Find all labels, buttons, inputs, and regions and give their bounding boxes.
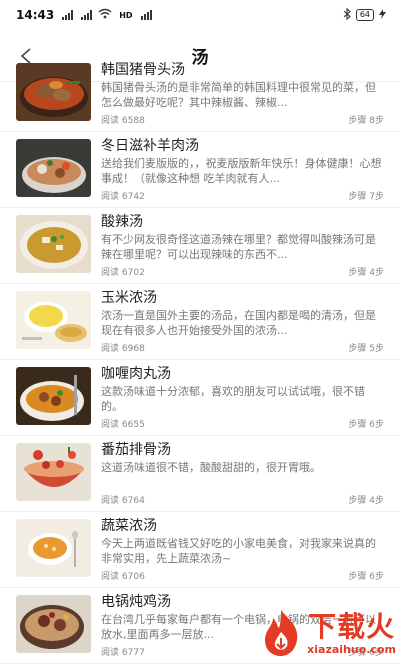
steps-count: 6步	[369, 420, 384, 430]
signal-icon	[62, 10, 74, 20]
steps-count: 5步	[369, 344, 384, 354]
recipe-thumbnail	[16, 367, 91, 425]
status-bar: 14:43 HD 64	[0, 0, 400, 30]
steps-count: 4步	[369, 268, 384, 278]
recipe-description: 这道汤味道很不错，酸酸甜甜的，很开胃哦。	[101, 460, 321, 474]
battery-icon: 64	[355, 9, 374, 21]
recipe-item[interactable]: 玉米浓汤 浓汤一直是国外主要的汤品，在国内都是喝的清汤，但是现在有很多人也开始接…	[0, 284, 400, 360]
recipe-title: 番茄排骨汤	[101, 442, 171, 458]
network-label: HD	[119, 10, 133, 20]
steps-count: 7步	[369, 192, 384, 202]
read-label: 阅读	[101, 116, 120, 126]
recipe-item[interactable]: 咖喱肉丸汤 这款汤味道十分浓郁，喜欢的朋友可以试试哦，很不错的。 阅读 6655…	[0, 360, 400, 436]
watermark-brand: 下载火	[308, 609, 396, 643]
steps-label: 步骤	[348, 420, 367, 430]
read-label: 阅读	[101, 192, 120, 202]
steps-label: 步骤	[348, 572, 367, 582]
recipe-thumbnail	[16, 595, 91, 653]
read-count: 6777	[121, 648, 145, 658]
recipe-thumbnail	[16, 519, 91, 577]
signal-icon	[140, 10, 152, 20]
recipe-item[interactable]: 蔬菜浓汤 今天上两道既省钱又好吃的小家电美食，对我家来说真的非常实用，先上蔬菜浓…	[0, 512, 400, 588]
steps-label: 步骤	[348, 496, 367, 506]
recipe-description: 有不少网友很奇怪这道汤辣在哪里？都觉得叫酸辣汤可是辣在哪里呢？可以出现辣味的东西…	[101, 232, 376, 261]
read-label: 阅读	[101, 648, 120, 658]
recipe-item[interactable]: 番茄排骨汤 这道汤味道很不错，酸酸甜甜的，很开胃哦。 阅读 6764 步骤 4步	[0, 436, 400, 512]
recipe-item[interactable]: 冬日滋补羊肉汤 送给我们麦版版的，，祝麦版版新年快乐！身体健康！心想事成！（就像…	[0, 132, 400, 208]
recipe-description: 这款汤味道十分浓郁，喜欢的朋友可以试试哦，很不错的。	[101, 384, 365, 413]
recipe-title: 韩国猪骨头汤	[101, 62, 185, 78]
recipe-title: 冬日滋补羊肉汤	[101, 138, 199, 154]
signal-icon	[81, 10, 93, 20]
steps-label: 步骤	[348, 192, 367, 202]
recipe-title: 酸辣汤	[101, 214, 143, 230]
steps-label: 步骤	[348, 268, 367, 278]
steps-count: 6步	[369, 572, 384, 582]
read-label: 阅读	[101, 572, 120, 582]
recipe-thumbnail	[16, 139, 91, 197]
read-label: 阅读	[101, 496, 120, 506]
read-count: 6968	[121, 344, 145, 354]
read-label: 阅读	[101, 420, 120, 430]
charging-icon	[379, 8, 386, 22]
recipe-item[interactable]: 酸辣汤 有不少网友很奇怪这道汤辣在哪里？都觉得叫酸辣汤可是辣在哪里呢？可以出现辣…	[0, 208, 400, 284]
recipe-title: 咖喱肉丸汤	[101, 366, 171, 382]
recipe-thumbnail	[16, 291, 91, 349]
recipe-item[interactable]: 韩国猪骨头汤 韩国猪骨头汤的是非常简单的韩国料理中很常见的菜，但怎么做最好吃呢？…	[0, 56, 400, 132]
read-count: 6702	[121, 268, 145, 278]
read-label: 阅读	[101, 268, 120, 278]
read-count: 6655	[121, 420, 145, 430]
read-count: 6764	[121, 496, 145, 506]
steps-label: 步骤	[348, 344, 367, 354]
read-count: 6706	[121, 572, 145, 582]
read-count: 6742	[121, 192, 145, 202]
recipe-description: 今天上两道既省钱又好吃的小家电美食，对我家来说真的非常实用，先上蔬菜浓汤~	[101, 536, 376, 565]
recipe-thumbnail	[16, 63, 91, 121]
bluetooth-icon	[343, 7, 351, 23]
steps-count: 8步	[369, 116, 384, 126]
recipe-thumbnail	[16, 443, 91, 501]
watermark-logo: 下载火 xiazaihuo.com	[246, 602, 396, 664]
read-label: 阅读	[101, 344, 120, 354]
recipe-thumbnail	[16, 215, 91, 273]
recipe-description: 送给我们麦版版的，，祝麦版版新年快乐！身体健康！心想事成！（就像这种想 吃羊肉就…	[101, 156, 382, 185]
recipe-description: 韩国猪骨头汤的是非常简单的韩国料理中很常见的菜，但怎么做最好吃呢？其中辣椒酱、辣…	[101, 80, 376, 109]
wifi-icon	[98, 8, 112, 22]
recipe-title: 玉米浓汤	[101, 290, 157, 306]
recipe-title: 蔬菜浓汤	[101, 518, 157, 534]
steps-count: 4步	[369, 496, 384, 506]
status-time: 14:43	[16, 8, 55, 22]
recipe-description: 浓汤一直是国外主要的汤品，在国内都是喝的清汤，但是现在有很多人也开始接受外国的浓…	[101, 308, 376, 337]
recipe-list: 韩国猪骨头汤 韩国猪骨头汤的是非常简单的韩国料理中很常见的菜，但怎么做最好吃呢？…	[0, 56, 400, 664]
steps-label: 步骤	[348, 116, 367, 126]
watermark-domain: xiazaihuo.com	[307, 642, 396, 656]
read-count: 6588	[121, 116, 145, 126]
flame-logo-icon	[265, 610, 298, 656]
